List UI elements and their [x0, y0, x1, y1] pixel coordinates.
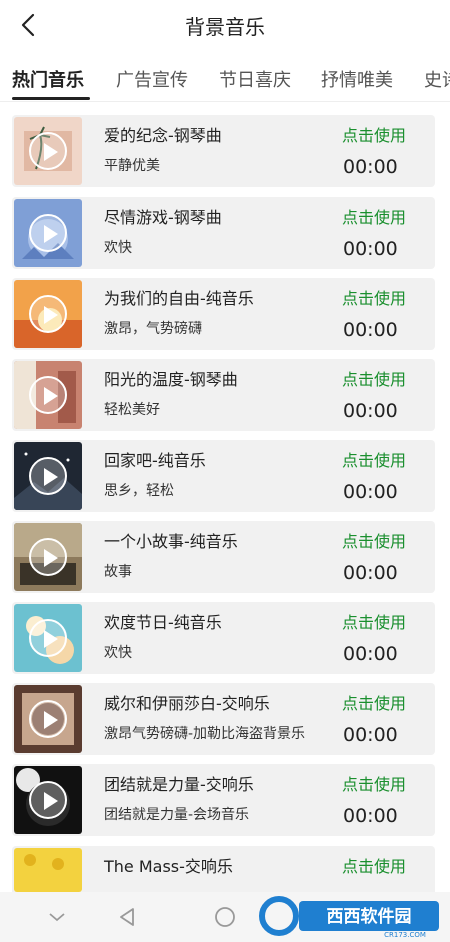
track-description: 激昂气势磅礴-加勒比海盗背景乐 — [104, 726, 306, 742]
tab-festival[interactable]: 节日喜庆 — [219, 66, 291, 92]
track-duration: 00:00 — [343, 643, 398, 665]
chevron-down-icon — [49, 913, 65, 922]
use-button[interactable]: 点击使用 — [342, 528, 406, 552]
album-cover — [14, 848, 82, 892]
track-name: 阳光的温度-钢琴曲 — [104, 370, 238, 389]
track-row[interactable]: 回家吧-纯音乐 思乡，轻松 点击使用 00:00 — [12, 440, 435, 512]
use-button[interactable]: 点击使用 — [342, 853, 406, 877]
track-duration: 00:00 — [343, 238, 398, 260]
watermark-brand-text: 西西软件园 — [327, 906, 412, 927]
track-name: 尽情游戏-钢琴曲 — [104, 208, 222, 227]
track-description: 平静优美 — [104, 158, 160, 174]
track-description: 轻松美好 — [104, 402, 160, 418]
header: 背景音乐 — [0, 0, 450, 50]
system-back-button[interactable] — [114, 904, 140, 930]
track-name: 团结就是力量-交响乐 — [104, 775, 254, 794]
album-cover — [14, 280, 82, 348]
play-icon[interactable] — [29, 132, 67, 170]
play-icon[interactable] — [29, 376, 67, 414]
track-description: 故事 — [104, 564, 132, 580]
track-row[interactable]: 一个小故事-纯音乐 故事 点击使用 00:00 — [12, 521, 435, 593]
tab-hot-music[interactable]: 热门音乐 — [12, 66, 84, 92]
album-cover — [14, 523, 82, 591]
use-button[interactable]: 点击使用 — [342, 771, 406, 795]
track-duration: 00:00 — [343, 724, 398, 746]
album-cover — [14, 766, 82, 834]
track-description: 团结就是力量-会场音乐 — [104, 807, 250, 823]
play-icon[interactable] — [29, 781, 67, 819]
play-icon[interactable] — [29, 619, 67, 657]
album-cover — [14, 685, 82, 753]
circle-home-icon — [215, 907, 235, 927]
hide-keyboard-button[interactable] — [44, 904, 70, 930]
track-description: 欢快 — [104, 645, 132, 661]
album-cover — [14, 604, 82, 672]
track-row[interactable]: 为我们的自由-纯音乐 激昂，气势磅礴 点击使用 00:00 — [12, 278, 435, 350]
play-icon[interactable] — [29, 538, 67, 576]
track-description: 激昂，气势磅礴 — [104, 321, 202, 337]
system-home-button[interactable] — [212, 904, 238, 930]
use-button[interactable]: 点击使用 — [342, 609, 406, 633]
use-button[interactable]: 点击使用 — [342, 690, 406, 714]
watermark-site-text: CR173.COM — [384, 931, 426, 939]
active-tab-indicator — [12, 97, 90, 100]
play-icon[interactable] — [29, 457, 67, 495]
track-name: 爱的纪念-钢琴曲 — [104, 126, 222, 145]
triangle-back-icon — [120, 908, 134, 926]
track-description: 思乡，轻松 — [104, 483, 174, 499]
album-cover — [14, 117, 82, 185]
track-row[interactable]: 团结就是力量-交响乐 团结就是力量-会场音乐 点击使用 00:00 — [12, 764, 435, 836]
track-name: 威尔和伊丽莎白-交响乐 — [104, 694, 270, 713]
tabs-divider — [0, 101, 450, 102]
back-button[interactable] — [14, 10, 44, 40]
track-duration: 00:00 — [343, 156, 398, 178]
tab-advertising[interactable]: 广告宣传 — [116, 66, 188, 92]
use-button[interactable]: 点击使用 — [342, 366, 406, 390]
play-icon[interactable] — [29, 700, 67, 738]
site-watermark-logo: 西西软件园 CR173.COM — [255, 893, 445, 939]
track-row[interactable]: 阳光的温度-钢琴曲 轻松美好 点击使用 00:00 — [12, 359, 435, 431]
track-duration: 00:00 — [343, 562, 398, 584]
album-cover — [14, 199, 82, 267]
play-icon[interactable] — [29, 214, 67, 252]
album-cover — [14, 361, 82, 429]
track-row[interactable]: 威尔和伊丽莎白-交响乐 激昂气势磅礴-加勒比海盗背景乐 点击使用 00:00 — [12, 683, 435, 755]
use-button[interactable]: 点击使用 — [342, 447, 406, 471]
track-row[interactable]: 尽情游戏-钢琴曲 欢快 点击使用 00:00 — [12, 197, 435, 269]
play-icon[interactable] — [29, 295, 67, 333]
tab-lyrical[interactable]: 抒情唯美 — [321, 66, 393, 92]
track-row[interactable]: The Mass-交响乐 点击使用 — [12, 846, 435, 892]
track-row[interactable]: 欢度节日-纯音乐 欢快 点击使用 00:00 — [12, 602, 435, 674]
album-cover — [14, 442, 82, 510]
track-duration: 00:00 — [343, 400, 398, 422]
track-duration: 00:00 — [343, 319, 398, 341]
category-tabs: 热门音乐 广告宣传 节日喜庆 抒情唯美 史诗 — [0, 56, 450, 102]
track-name: The Mass-交响乐 — [104, 857, 233, 876]
tab-epic[interactable]: 史诗 — [424, 66, 450, 92]
track-duration: 00:00 — [343, 481, 398, 503]
track-description: 欢快 — [104, 240, 132, 256]
chevron-left-icon — [21, 13, 35, 37]
track-name: 为我们的自由-纯音乐 — [104, 289, 254, 308]
use-button[interactable]: 点击使用 — [342, 204, 406, 228]
track-name: 欢度节日-纯音乐 — [104, 613, 222, 632]
track-duration: 00:00 — [343, 805, 398, 827]
page-title: 背景音乐 — [185, 14, 265, 39]
track-row[interactable]: 爱的纪念-钢琴曲 平静优美 点击使用 00:00 — [12, 115, 435, 187]
track-name: 一个小故事-纯音乐 — [104, 532, 238, 551]
use-button[interactable]: 点击使用 — [342, 122, 406, 146]
track-name: 回家吧-纯音乐 — [104, 451, 206, 470]
use-button[interactable]: 点击使用 — [342, 285, 406, 309]
